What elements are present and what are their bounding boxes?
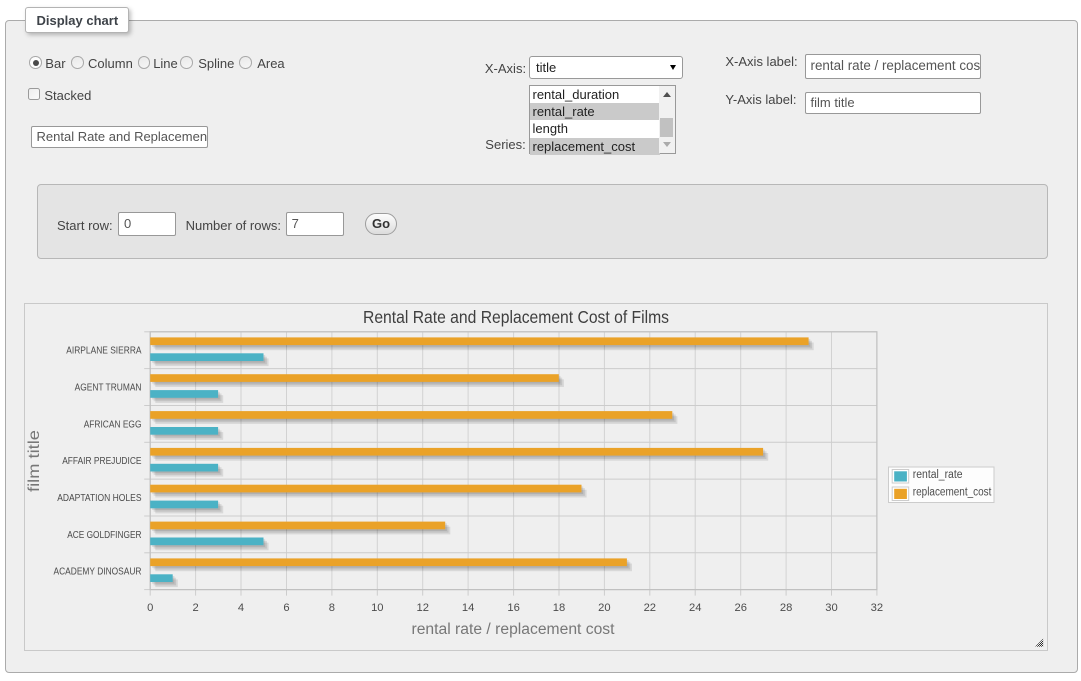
svg-text:replacement_cost: replacement_cost xyxy=(913,486,992,498)
svg-text:10: 10 xyxy=(371,602,383,614)
svg-text:ACADEMY DINOSAUR: ACADEMY DINOSAUR xyxy=(54,567,142,578)
svg-text:Rental Rate and Replacement Co: Rental Rate and Replacement Cost of Film… xyxy=(363,307,669,327)
svg-text:14: 14 xyxy=(462,602,474,614)
svg-text:rental_rate: rental_rate xyxy=(913,469,963,481)
svg-text:ADAPTATION HOLES: ADAPTATION HOLES xyxy=(57,493,142,504)
svg-text:AFRICAN EGG: AFRICAN EGG xyxy=(84,419,142,430)
svg-text:film title: film title xyxy=(26,430,43,492)
svg-text:28: 28 xyxy=(780,602,792,614)
svg-text:AGENT TRUMAN: AGENT TRUMAN xyxy=(75,383,142,394)
svg-text:2: 2 xyxy=(192,602,198,614)
svg-text:ACE GOLDFINGER: ACE GOLDFINGER xyxy=(67,530,141,541)
svg-text:26: 26 xyxy=(734,602,746,614)
svg-text:AIRPLANE SIERRA: AIRPLANE SIERRA xyxy=(66,346,141,357)
svg-text:4: 4 xyxy=(238,602,244,614)
svg-text:12: 12 xyxy=(416,602,428,614)
svg-text:24: 24 xyxy=(689,602,701,614)
svg-text:8: 8 xyxy=(329,602,335,614)
svg-text:20: 20 xyxy=(598,602,610,614)
svg-text:18: 18 xyxy=(553,602,565,614)
svg-text:32: 32 xyxy=(871,602,883,614)
svg-text:rental rate / replacement cost: rental rate / replacement cost xyxy=(412,621,616,638)
svg-text:22: 22 xyxy=(644,602,656,614)
svg-text:16: 16 xyxy=(507,602,519,614)
svg-text:30: 30 xyxy=(825,602,837,614)
svg-text:0: 0 xyxy=(147,602,153,614)
svg-text:6: 6 xyxy=(283,602,289,614)
svg-text:AFFAIR PREJUDICE: AFFAIR PREJUDICE xyxy=(62,456,142,467)
